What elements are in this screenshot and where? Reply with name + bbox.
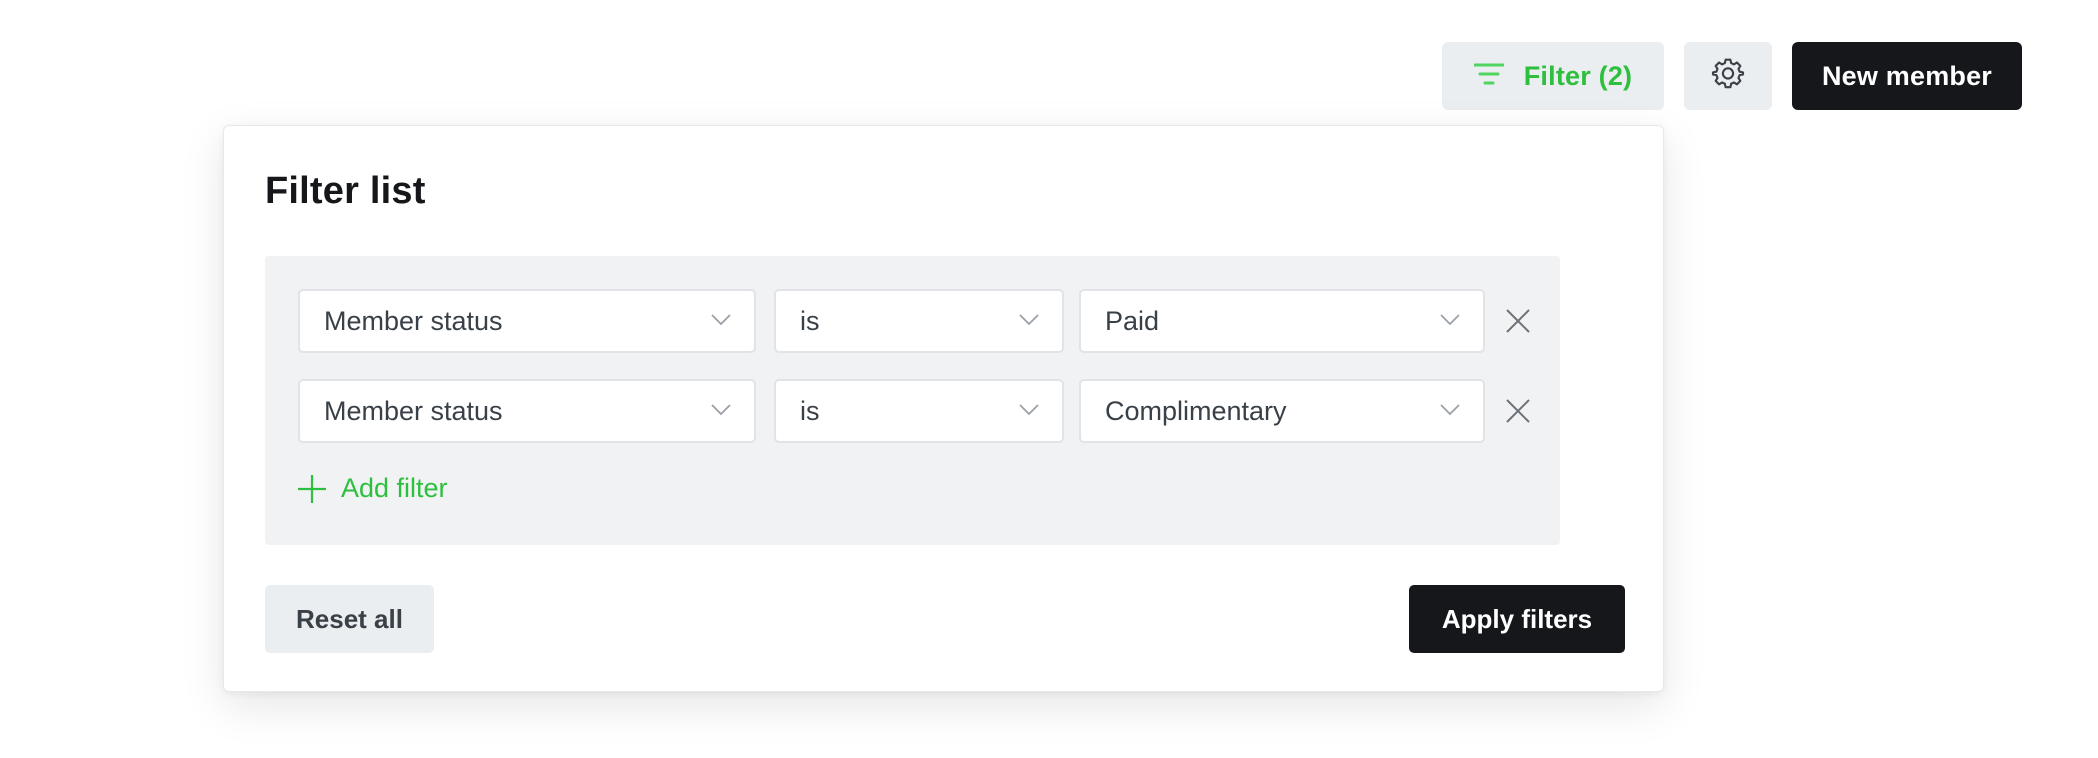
remove-filter-button[interactable]: [1503, 306, 1533, 336]
chevron-down-icon: [1019, 404, 1039, 416]
plus-icon: [298, 474, 326, 503]
settings-button[interactable]: [1684, 42, 1772, 110]
add-filter-button[interactable]: Add filter: [297, 473, 448, 504]
remove-filter-button[interactable]: [1503, 396, 1533, 426]
gear-icon: [1711, 56, 1745, 97]
filter-button[interactable]: Filter (2): [1442, 42, 1664, 110]
panel-title: Filter list: [265, 170, 426, 212]
close-icon: [1506, 309, 1530, 333]
filter-field-select[interactable]: Member status: [298, 289, 756, 353]
filter-operator-select[interactable]: is: [774, 289, 1064, 353]
filter-rows-container: Member status is Paid Member status is C…: [265, 256, 1560, 545]
reset-all-button[interactable]: Reset all: [265, 585, 434, 653]
filter-field-value: Member status: [324, 395, 503, 426]
page: Filter (2) New member Filter list Member…: [0, 0, 2098, 758]
filter-field-select[interactable]: Member status: [298, 379, 756, 443]
filter-lines-icon: [1473, 61, 1505, 92]
filter-value-select[interactable]: Complimentary: [1079, 379, 1485, 443]
filter-operator-select[interactable]: is: [774, 379, 1064, 443]
new-member-button[interactable]: New member: [1792, 42, 2022, 110]
filter-button-label: Filter (2): [1523, 60, 1633, 91]
filter-field-value: Member status: [324, 305, 503, 336]
chevron-down-icon: [711, 314, 731, 326]
filter-value-value: Complimentary: [1105, 395, 1287, 426]
chevron-down-icon: [711, 404, 731, 416]
chevron-down-icon: [1440, 314, 1460, 326]
apply-filters-button[interactable]: Apply filters: [1409, 585, 1625, 653]
filter-value-select[interactable]: Paid: [1079, 289, 1485, 353]
filter-value-value: Paid: [1105, 305, 1160, 336]
close-icon: [1506, 399, 1530, 423]
filter-panel: Filter list Member status is Paid Member…: [223, 125, 1664, 692]
add-filter-label: Add filter: [341, 473, 448, 503]
chevron-down-icon: [1440, 404, 1460, 416]
chevron-down-icon: [1019, 314, 1039, 326]
